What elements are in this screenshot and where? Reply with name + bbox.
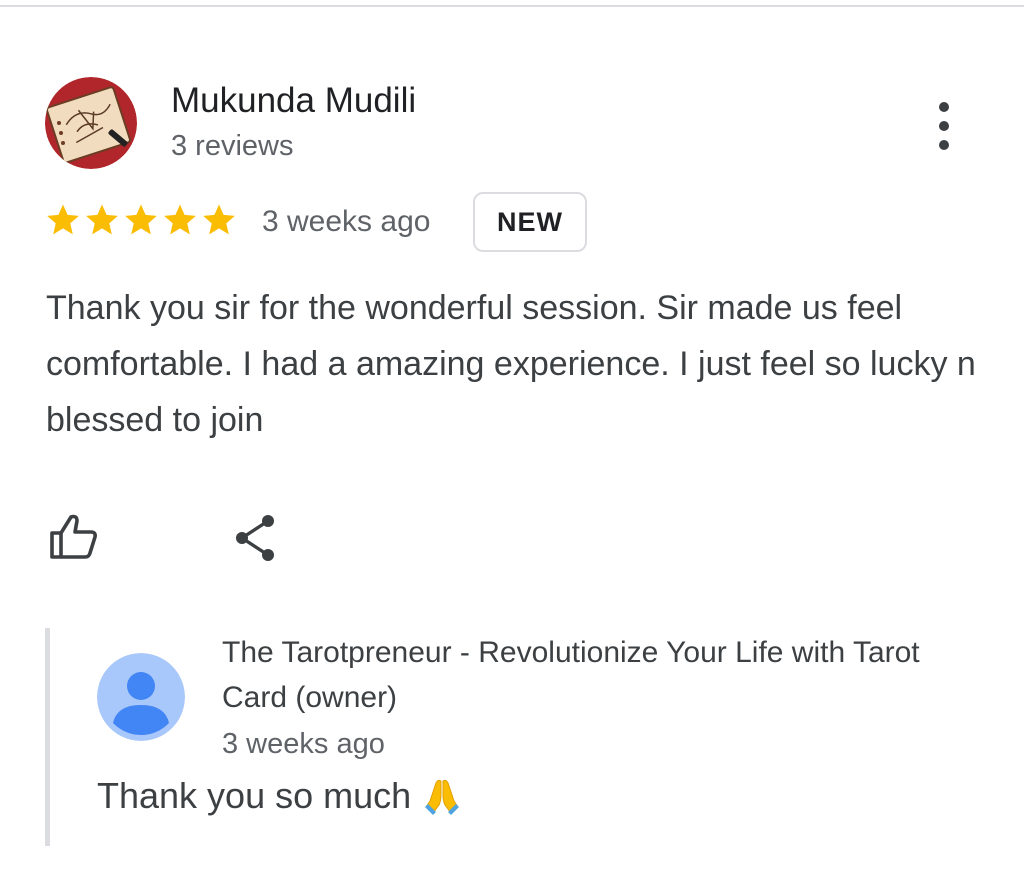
review-text: Thank you sir for the wonderful session.… <box>46 289 976 439</box>
star-rating <box>44 201 238 239</box>
more-vert-icon-dot <box>939 121 949 131</box>
review-card: Mukunda Mudili 3 reviews 3 weeks ago NEW… <box>0 0 1024 885</box>
folded-hands-icon <box>421 775 463 817</box>
more-vert-icon <box>939 102 949 112</box>
star-icon <box>125 204 157 235</box>
owner-name[interactable]: The Tarotpreneur - Revolutionize Your Li… <box>222 630 962 720</box>
more-options-button[interactable] <box>918 98 970 154</box>
reviewer-name[interactable]: Mukunda Mudili <box>171 80 416 122</box>
top-divider <box>0 0 1024 7</box>
owner-reply-message: Thank you so much <box>97 775 412 816</box>
reviewer-avatar[interactable] <box>45 77 137 169</box>
reviewer-review-count: 3 reviews <box>171 130 294 162</box>
star-icon <box>47 204 79 235</box>
star-icon <box>203 204 235 235</box>
owner-reply-text: Thank you so much <box>97 772 463 820</box>
share-icon <box>236 515 274 561</box>
owner-reply-time: 3 weeks ago <box>222 728 385 760</box>
like-button[interactable] <box>44 507 104 567</box>
share-button[interactable] <box>230 510 286 566</box>
person-icon <box>97 653 185 741</box>
thumb-up-icon <box>50 514 97 559</box>
star-icon <box>164 204 196 235</box>
reply-indent-bar <box>45 628 50 846</box>
owner-avatar[interactable] <box>97 653 185 741</box>
review-time: 3 weeks ago <box>262 205 431 238</box>
new-badge: NEW <box>473 192 587 252</box>
more-vert-icon-dot <box>939 140 949 150</box>
star-icon <box>86 204 118 235</box>
